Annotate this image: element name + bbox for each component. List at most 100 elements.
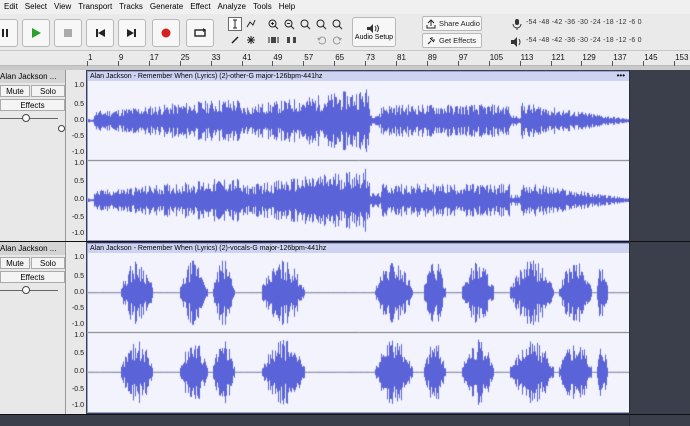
menu-analyze[interactable]: Analyze <box>215 0 250 14</box>
silence-button[interactable] <box>284 33 298 47</box>
track-control-panel-1: Alan Jackson ... Mute Solo Effects <box>0 70 66 242</box>
zoom-toggle-button[interactable] <box>330 17 344 31</box>
share-audio-label: Share Audio <box>439 19 480 28</box>
i-beam-icon <box>233 19 237 29</box>
gain-slider-2[interactable] <box>0 283 65 297</box>
fit-project-button[interactable] <box>314 17 328 31</box>
trim-button[interactable] <box>266 33 280 47</box>
loop-icon <box>194 28 206 37</box>
gain-slider-1[interactable] <box>0 111 65 125</box>
skip-to-end-button[interactable] <box>118 19 146 47</box>
menu-transport[interactable]: Transport <box>75 0 116 14</box>
ruler-tick-label: 9 <box>118 53 124 62</box>
fit-selection-button[interactable] <box>298 17 312 31</box>
pan-slider-1[interactable] <box>0 125 65 139</box>
zoom-in-button[interactable] <box>266 17 280 31</box>
amplitude-scale-1: 1.0 0.5 0.0 -0.5 -1.0 1.0 0.5 0.0 -0.5 -… <box>66 70 86 242</box>
skip-to-start-button[interactable] <box>86 19 114 47</box>
gain-slider-handle-2[interactable] <box>22 286 30 294</box>
get-effects-button[interactable]: Get Effects <box>422 33 482 48</box>
scale-label: 1.0 <box>74 160 84 167</box>
asterisk-icon <box>247 36 255 44</box>
track-name-1[interactable]: Alan Jackson ... <box>0 70 65 83</box>
timeline-ruler[interactable]: 1 9 17 25 33 41 49 57 65 73 81 89 97 105 113 121 129 137 1… <box>0 51 690 66</box>
menu-select[interactable]: Select <box>22 0 51 14</box>
record-button[interactable] <box>152 19 180 47</box>
zoom-fit-icon <box>316 19 326 29</box>
gain-slider-handle-1[interactable] <box>22 114 30 122</box>
envelope-tool[interactable] <box>244 17 258 31</box>
mute-button-2[interactable]: Mute <box>0 257 30 269</box>
waveform-1[interactable] <box>88 81 629 240</box>
record-meter-scale[interactable]: -54 -48 -42 -36 -30 -24 -18 -12 -6 0 <box>526 19 642 26</box>
clip-title-text-1: Alan Jackson - Remember When (Lyrics) (2… <box>90 73 323 80</box>
record-meter-icon-wrap[interactable] <box>512 17 522 35</box>
undo-icon <box>316 36 326 45</box>
undo-button[interactable] <box>314 33 328 47</box>
ruler-tick-label: 129 <box>582 53 596 62</box>
skip-end-icon <box>127 29 136 37</box>
menu-tools[interactable]: Tools <box>250 0 276 14</box>
play-icon <box>32 28 41 38</box>
menu-view[interactable]: View <box>51 0 75 14</box>
multi-tool[interactable] <box>244 33 258 47</box>
track-separator <box>0 414 690 415</box>
menu-tracks[interactable]: Tracks <box>116 0 147 14</box>
draw-tool[interactable] <box>228 33 242 47</box>
scale-label: 0.0 <box>74 368 84 375</box>
clip-title-2[interactable]: Alan Jackson - Remember When (Lyrics) (2… <box>88 244 629 253</box>
microphone-icon <box>512 19 522 30</box>
stop-button[interactable] <box>54 19 82 47</box>
ruler-tick-label: 17 <box>149 53 159 62</box>
audio-setup-button[interactable]: Audio Setup <box>352 17 396 47</box>
scale-label: 1.0 <box>74 254 84 261</box>
scale-label: -0.5 <box>71 305 84 312</box>
menu-help[interactable]: Help <box>276 0 299 14</box>
zoom-out-button[interactable] <box>282 17 296 31</box>
ruler-tick-label: 73 <box>366 53 375 62</box>
ruler-tick-label: 145 <box>644 53 658 62</box>
ruler-tick-label: 57 <box>304 53 314 62</box>
toolbar: Audio Setup Share Audio Get Effects -54 … <box>0 14 690 51</box>
pan-slider-handle-1[interactable] <box>58 125 65 132</box>
skip-start-icon <box>96 29 105 37</box>
menu-effect[interactable]: Effect <box>187 0 214 14</box>
scale-label: 0.0 <box>74 117 84 124</box>
scale-label: 1.0 <box>74 82 84 89</box>
clip-menu-icon[interactable]: ••• <box>617 71 625 80</box>
share-icon <box>426 18 436 28</box>
envelope-icon <box>246 19 256 28</box>
scale-label: 1.0 <box>74 332 84 339</box>
clip-title-1[interactable]: Alan Jackson - Remember When (Lyrics) (2… <box>88 71 629 81</box>
redo-button[interactable] <box>330 33 344 47</box>
effects-button-2[interactable]: Effects <box>0 271 65 283</box>
ruler-tick-label: 65 <box>335 53 345 62</box>
solo-button-2[interactable]: Solo <box>31 257 65 269</box>
track-name-2[interactable]: Alan Jackson ... <box>0 242 65 255</box>
menu-edit[interactable]: Edit <box>1 0 22 14</box>
scale-label: -1.0 <box>71 149 84 156</box>
silence-icon <box>286 37 296 43</box>
playback-meter-scale[interactable]: -54 -48 -42 -36 -30 -24 -18 -12 -6 0 <box>526 37 642 44</box>
play-button[interactable] <box>22 19 50 47</box>
waveform-2[interactable] <box>88 253 629 412</box>
ruler-tick-label: 105 <box>489 53 504 62</box>
share-audio-button[interactable]: Share Audio <box>422 16 482 31</box>
trim-icon <box>268 37 278 43</box>
ruler-tick-label: 41 <box>242 53 252 62</box>
solo-button-1[interactable]: Solo <box>31 85 65 97</box>
effects-button-1[interactable]: Effects <box>0 99 65 111</box>
menu-bar: Edit Select View Transport Tracks Genera… <box>0 0 690 14</box>
scale-label: -1.0 <box>71 402 84 409</box>
audio-clip-2[interactable]: Alan Jackson - Remember When (Lyrics) (2… <box>87 243 630 413</box>
mute-button-1[interactable]: Mute <box>0 85 30 97</box>
selection-tool[interactable] <box>228 17 242 31</box>
ruler-tick-label: 153 <box>675 53 689 62</box>
pause-icon <box>2 29 8 37</box>
zoom-selection-icon <box>300 19 310 29</box>
scale-label: 0.0 <box>74 196 84 203</box>
menu-generate[interactable]: Generate <box>147 0 187 14</box>
pause-button[interactable] <box>0 19 18 47</box>
audio-clip-1[interactable]: Alan Jackson - Remember When (Lyrics) (2… <box>87 71 630 241</box>
loop-button[interactable] <box>186 19 214 47</box>
